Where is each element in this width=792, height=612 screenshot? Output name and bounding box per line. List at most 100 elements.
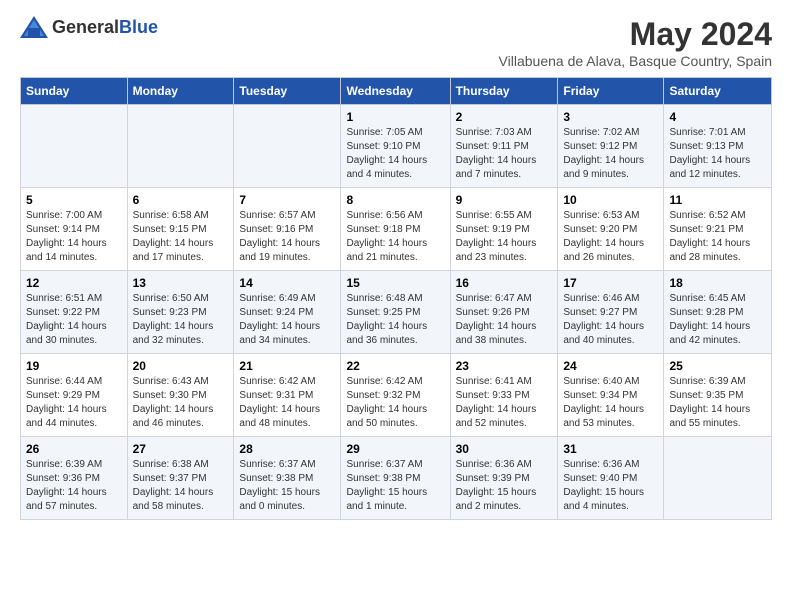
- cell-details: Sunrise: 6:51 AMSunset: 9:22 PMDaylight:…: [26, 292, 122, 348]
- day-number: 4: [669, 110, 766, 124]
- week-row-0: 1Sunrise: 7:05 AMSunset: 9:10 PMDaylight…: [21, 105, 772, 188]
- day-number: 30: [456, 442, 553, 456]
- cell-details: Sunrise: 6:40 AMSunset: 9:34 PMDaylight:…: [563, 375, 658, 431]
- col-tuesday: Tuesday: [234, 78, 341, 105]
- day-number: 23: [456, 359, 553, 373]
- header: GeneralBlue May 2024 Villabuena de Alava…: [20, 16, 772, 69]
- cell-details: Sunrise: 6:39 AMSunset: 9:35 PMDaylight:…: [669, 375, 766, 431]
- calendar-cell: 4 Sunrise: 7:01 AMSunset: 9:13 PMDaylight…: [664, 105, 772, 188]
- calendar-cell: 10 Sunrise: 6:53 AMSunset: 9:20 PMDayligh…: [558, 188, 664, 271]
- calendar-cell: 12 Sunrise: 6:51 AMSunset: 9:22 PMDayligh…: [21, 271, 128, 354]
- cell-details: Sunrise: 7:02 AMSunset: 9:12 PMDaylight:…: [563, 126, 658, 182]
- day-number: 20: [133, 359, 229, 373]
- calendar-cell: 7 Sunrise: 6:57 AMSunset: 9:16 PMDaylight…: [234, 188, 341, 271]
- calendar-cell: 31 Sunrise: 6:36 AMSunset: 9:40 PMDayligh…: [558, 437, 664, 520]
- week-row-4: 26 Sunrise: 6:39 AMSunset: 9:36 PMDayligh…: [21, 437, 772, 520]
- day-number: 11: [669, 193, 766, 207]
- calendar-cell: 14 Sunrise: 6:49 AMSunset: 9:24 PMDayligh…: [234, 271, 341, 354]
- cell-details: Sunrise: 6:36 AMSunset: 9:39 PMDaylight:…: [456, 458, 553, 514]
- calendar-cell: 21Sunrise: 6:42 AMSunset: 9:31 PMDayligh…: [234, 354, 341, 437]
- calendar-cell: 17 Sunrise: 6:46 AMSunset: 9:27 PMDayligh…: [558, 271, 664, 354]
- logo-icon: [20, 16, 48, 38]
- header-row: Sunday Monday Tuesday Wednesday Thursday…: [21, 78, 772, 105]
- col-thursday: Thursday: [450, 78, 558, 105]
- calendar-cell: [234, 105, 341, 188]
- cell-details: Sunrise: 6:58 AMSunset: 9:15 PMDaylight:…: [133, 209, 229, 265]
- calendar-cell: 3 Sunrise: 7:02 AMSunset: 9:12 PMDaylight…: [558, 105, 664, 188]
- cell-details: Sunrise: 6:50 AMSunset: 9:23 PMDaylight:…: [133, 292, 229, 348]
- cell-details: Sunrise: 6:57 AMSunset: 9:16 PMDaylight:…: [239, 209, 335, 265]
- cell-details: Sunrise: 6:48 AMSunset: 9:25 PMDaylight:…: [346, 292, 444, 348]
- cell-details: Sunrise: 6:37 AMSunset: 9:38 PMDaylight:…: [239, 458, 335, 514]
- day-number: 12: [26, 276, 122, 290]
- day-number: 6: [133, 193, 229, 207]
- day-number: 10: [563, 193, 658, 207]
- cell-details: Sunrise: 7:01 AMSunset: 9:13 PMDaylight:…: [669, 126, 766, 182]
- calendar-cell: 26 Sunrise: 6:39 AMSunset: 9:36 PMDayligh…: [21, 437, 128, 520]
- cell-details: Sunrise: 7:03 AMSunset: 9:11 PMDaylight:…: [456, 126, 553, 182]
- calendar-cell: 25 Sunrise: 6:39 AMSunset: 9:35 PMDayligh…: [664, 354, 772, 437]
- calendar-cell: 19Sunrise: 6:44 AMSunset: 9:29 PMDayligh…: [21, 354, 128, 437]
- cell-details: Sunrise: 6:42 AMSunset: 9:31 PMDaylight:…: [239, 375, 335, 431]
- cell-details: Sunrise: 6:55 AMSunset: 9:19 PMDaylight:…: [456, 209, 553, 265]
- cell-details: Sunrise: 6:36 AMSunset: 9:40 PMDaylight:…: [563, 458, 658, 514]
- day-number: 9: [456, 193, 553, 207]
- day-number: 14: [239, 276, 335, 290]
- cell-details: Sunrise: 6:45 AMSunset: 9:28 PMDaylight:…: [669, 292, 766, 348]
- cell-details: Sunrise: 6:46 AMSunset: 9:27 PMDaylight:…: [563, 292, 658, 348]
- calendar-cell: 28 Sunrise: 6:37 AMSunset: 9:38 PMDayligh…: [234, 437, 341, 520]
- col-friday: Friday: [558, 78, 664, 105]
- calendar-cell: [664, 437, 772, 520]
- cell-details: Sunrise: 6:44 AMSunset: 9:29 PMDaylight:…: [26, 375, 122, 431]
- calendar-cell: 9 Sunrise: 6:55 AMSunset: 9:19 PMDaylight…: [450, 188, 558, 271]
- calendar-cell: 2Sunrise: 7:03 AMSunset: 9:11 PMDaylight…: [450, 105, 558, 188]
- calendar-cell: [21, 105, 128, 188]
- page: GeneralBlue May 2024 Villabuena de Alava…: [0, 0, 792, 536]
- logo-text: GeneralBlue: [52, 17, 158, 38]
- day-number: 27: [133, 442, 229, 456]
- day-number: 15: [346, 276, 444, 290]
- day-number: 29: [346, 442, 444, 456]
- title-section: May 2024 Villabuena de Alava, Basque Cou…: [499, 16, 772, 69]
- cell-details: Sunrise: 6:42 AMSunset: 9:32 PMDaylight:…: [346, 375, 444, 431]
- calendar-cell: 8Sunrise: 6:56 AMSunset: 9:18 PMDaylight…: [341, 188, 450, 271]
- cell-details: Sunrise: 6:53 AMSunset: 9:20 PMDaylight:…: [563, 209, 658, 265]
- day-number: 16: [456, 276, 553, 290]
- day-number: 1: [346, 110, 444, 124]
- calendar-cell: 18 Sunrise: 6:45 AMSunset: 9:28 PMDayligh…: [664, 271, 772, 354]
- week-row-1: 5Sunrise: 7:00 AMSunset: 9:14 PMDaylight…: [21, 188, 772, 271]
- logo-general: General: [52, 17, 119, 37]
- day-number: 31: [563, 442, 658, 456]
- day-number: 17: [563, 276, 658, 290]
- main-title: May 2024: [499, 16, 772, 53]
- calendar-cell: 30 Sunrise: 6:36 AMSunset: 9:39 PMDayligh…: [450, 437, 558, 520]
- calendar-cell: 11 Sunrise: 6:52 AMSunset: 9:21 PMDayligh…: [664, 188, 772, 271]
- col-sunday: Sunday: [21, 78, 128, 105]
- week-row-3: 19Sunrise: 6:44 AMSunset: 9:29 PMDayligh…: [21, 354, 772, 437]
- subtitle: Villabuena de Alava, Basque Country, Spa…: [499, 53, 772, 69]
- calendar-cell: 5Sunrise: 7:00 AMSunset: 9:14 PMDaylight…: [21, 188, 128, 271]
- day-number: 26: [26, 442, 122, 456]
- day-number: 28: [239, 442, 335, 456]
- calendar-cell: 27Sunrise: 6:38 AMSunset: 9:37 PMDayligh…: [127, 437, 234, 520]
- day-number: 18: [669, 276, 766, 290]
- calendar-table: Sunday Monday Tuesday Wednesday Thursday…: [20, 77, 772, 520]
- day-number: 7: [239, 193, 335, 207]
- col-saturday: Saturday: [664, 78, 772, 105]
- week-row-2: 12 Sunrise: 6:51 AMSunset: 9:22 PMDayligh…: [21, 271, 772, 354]
- cell-details: Sunrise: 6:47 AMSunset: 9:26 PMDaylight:…: [456, 292, 553, 348]
- calendar-cell: 1Sunrise: 7:05 AMSunset: 9:10 PMDaylight…: [341, 105, 450, 188]
- calendar-cell: 29 Sunrise: 6:37 AMSunset: 9:38 PMDayligh…: [341, 437, 450, 520]
- cell-details: Sunrise: 6:52 AMSunset: 9:21 PMDaylight:…: [669, 209, 766, 265]
- calendar-cell: [127, 105, 234, 188]
- day-number: 24: [563, 359, 658, 373]
- cell-details: Sunrise: 6:49 AMSunset: 9:24 PMDaylight:…: [239, 292, 335, 348]
- cell-details: Sunrise: 6:37 AMSunset: 9:38 PMDaylight:…: [346, 458, 444, 514]
- col-wednesday: Wednesday: [341, 78, 450, 105]
- day-number: 25: [669, 359, 766, 373]
- calendar-cell: 24 Sunrise: 6:40 AMSunset: 9:34 PMDayligh…: [558, 354, 664, 437]
- cell-details: Sunrise: 6:39 AMSunset: 9:36 PMDaylight:…: [26, 458, 122, 514]
- calendar-cell: 23Sunrise: 6:41 AMSunset: 9:33 PMDayligh…: [450, 354, 558, 437]
- col-monday: Monday: [127, 78, 234, 105]
- day-number: 3: [563, 110, 658, 124]
